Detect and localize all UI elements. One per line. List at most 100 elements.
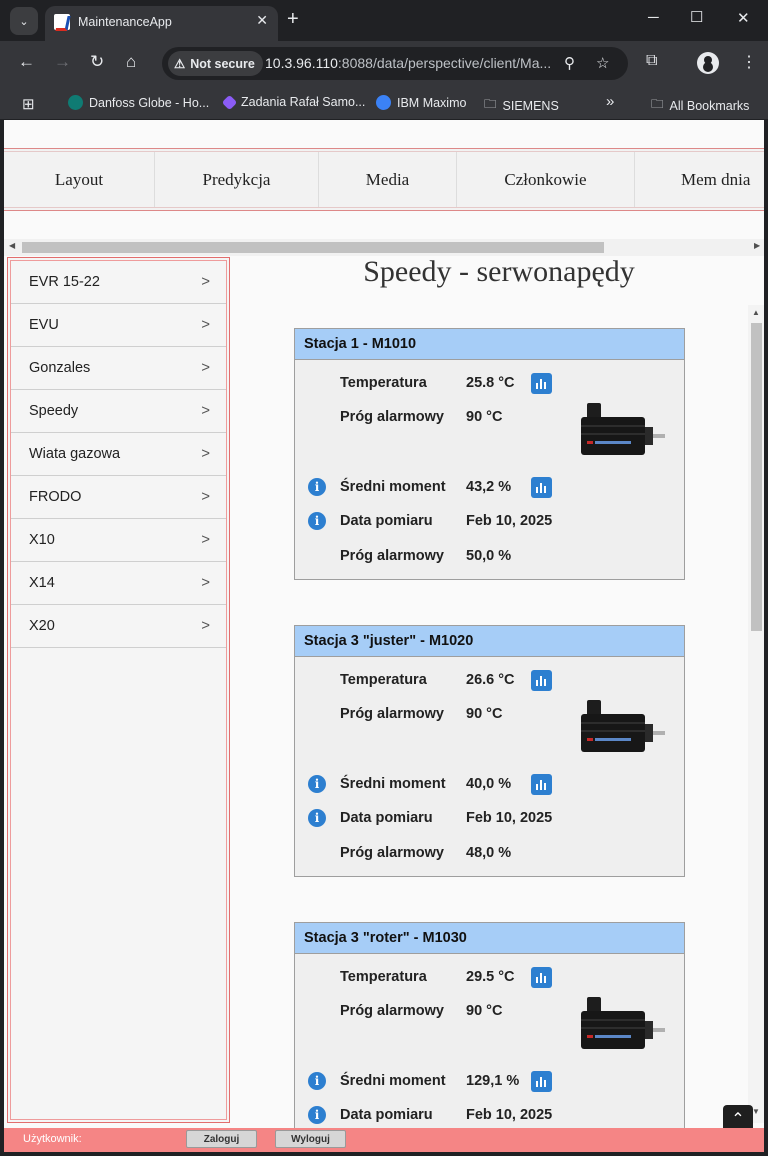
- horizontal-scrollbar[interactable]: ◀ ▶: [4, 239, 764, 256]
- scroll-left-icon[interactable]: ◀: [9, 241, 15, 250]
- scroll-right-icon[interactable]: ▶: [754, 241, 760, 250]
- bar-chart-icon[interactable]: [531, 774, 552, 795]
- warning-icon: ⚠: [174, 57, 186, 71]
- bookmark-zadania[interactable]: Zadania Rafał Samo...: [221, 94, 365, 110]
- minimize-icon[interactable]: ─: [648, 9, 659, 26]
- browser-tab[interactable]: MaintenanceApp ✕: [45, 6, 278, 41]
- security-chip[interactable]: ⚠ Not secure: [168, 51, 263, 76]
- sidebar-item-evu[interactable]: EVU >: [11, 304, 226, 347]
- home-icon[interactable]: ⌂: [126, 52, 136, 72]
- bar-chart-icon[interactable]: [531, 670, 552, 691]
- tab-search-icon[interactable]: ⌄: [10, 7, 38, 35]
- alarm-torque-row: Próg alarmowy 48,0 %: [295, 842, 684, 864]
- sidebar-item-frodo[interactable]: FRODO >: [11, 476, 226, 519]
- menu-item-media[interactable]: Media: [319, 152, 457, 207]
- bar-chart-icon[interactable]: [531, 1071, 552, 1092]
- alarm-torque-value: 48,0 %: [466, 845, 512, 861]
- chevron-right-icon: >: [201, 273, 210, 290]
- sidebar-item-label: X14: [29, 575, 55, 591]
- forward-icon[interactable]: →: [54, 52, 71, 72]
- apps-grid-icon[interactable]: ⊞: [22, 95, 35, 113]
- app-viewport: Layout Predykcja Media Członkowie Mem dn…: [4, 120, 764, 1152]
- chevron-right-icon: >: [201, 445, 210, 462]
- address-bar[interactable]: ⚠ Not secure 10.3.96.110:8088/data/persp…: [162, 47, 628, 80]
- chevron-right-icon: >: [201, 531, 210, 548]
- station-title: Stacja 3 "juster" - M1020: [295, 626, 684, 657]
- bar-chart-icon[interactable]: [531, 373, 552, 394]
- sidebar: EVR 15-22 > EVU > Gonzales > Speedy > Wiata …: [7, 257, 230, 1123]
- temperature-row: Temperatura 25.8 °C: [295, 372, 684, 394]
- torque-label: Średni moment: [340, 776, 446, 792]
- page-title: Speedy - serwonapędy: [363, 255, 635, 288]
- sidebar-item-x14[interactable]: X14 >: [11, 562, 226, 605]
- torque-value: 40,0 %: [466, 776, 512, 792]
- bookmark-siemens[interactable]: 🗀 SIEMENS: [484, 95, 559, 116]
- sidebar-item-x20[interactable]: X20 >: [11, 605, 226, 648]
- chevron-up-icon: ⌃: [731, 1111, 745, 1128]
- browser-menu-icon[interactable]: ⋮: [741, 52, 757, 72]
- sidebar-item-label: Speedy: [29, 403, 79, 419]
- sidebar-item-gonzales[interactable]: Gonzales >: [11, 347, 226, 390]
- menu-item-mem-dnia[interactable]: Mem dnia: [635, 152, 764, 207]
- sidebar-item-evr-15-22[interactable]: EVR 15-22 >: [11, 261, 226, 304]
- zoom-icon[interactable]: ⚲: [564, 54, 575, 72]
- alarm-torque-label: Próg alarmowy: [340, 845, 444, 861]
- sidebar-item-wiata-gazowa[interactable]: Wiata gazowa >: [11, 433, 226, 476]
- servo-motor-image: [581, 997, 665, 1049]
- alarm-torque-row: Próg alarmowy 50,0 %: [295, 545, 684, 567]
- station-card: Stacja 1 - M1010 Temperatura 25.8 °C Pró…: [294, 328, 685, 580]
- bar-chart-icon[interactable]: [531, 967, 552, 988]
- url-text[interactable]: 10.3.96.110:8088/data/perspective/client…: [265, 55, 551, 71]
- servo-motor-image: [581, 700, 665, 752]
- torque-row: i Średni moment 129,1 %: [295, 1070, 684, 1092]
- temperature-value: 26.6 °C: [466, 672, 515, 688]
- extensions-icon[interactable]: ⧉: [646, 52, 657, 70]
- station-card: Stacja 3 "roter" - M1030 Temperatura 29.…: [294, 922, 685, 1152]
- chevron-right-icon: >: [201, 574, 210, 591]
- info-icon[interactable]: i: [308, 1106, 326, 1124]
- scroll-up-icon[interactable]: ▲: [752, 308, 760, 317]
- alarm-temp-value: 90 °C: [466, 409, 503, 425]
- loop-icon: [221, 94, 238, 110]
- menu-item-czlonkowie[interactable]: Członkowie: [457, 152, 635, 207]
- bookmark-ibm-maximo[interactable]: IBM Maximo: [376, 95, 466, 110]
- logout-button[interactable]: Wyloguj: [275, 1130, 346, 1148]
- vertical-scrollbar[interactable]: ▲ ▼: [748, 305, 764, 1123]
- vertical-scroll-thumb[interactable]: [751, 323, 762, 631]
- all-bookmarks[interactable]: 🗀 All Bookmarks: [651, 95, 749, 116]
- info-icon[interactable]: i: [308, 1072, 326, 1090]
- temperature-row: Temperatura 29.5 °C: [295, 966, 684, 988]
- user-label: Użytkownik:: [23, 1133, 82, 1145]
- menu-item-layout[interactable]: Layout: [4, 152, 155, 207]
- info-icon[interactable]: i: [308, 512, 326, 530]
- horizontal-scroll-thumb[interactable]: [22, 242, 604, 253]
- station-title: Stacja 3 "roter" - M1030: [295, 923, 684, 954]
- window-close-icon[interactable]: ✕: [737, 9, 750, 27]
- bookmark-danfoss[interactable]: Danfoss Globe - Ho...: [68, 95, 209, 110]
- reload-icon[interactable]: ↻: [90, 52, 104, 72]
- sidebar-item-x10[interactable]: X10 >: [11, 519, 226, 562]
- login-button[interactable]: Zaloguj: [186, 1130, 257, 1148]
- maximize-icon[interactable]: ☐: [690, 8, 703, 26]
- menu-item-predykcja[interactable]: Predykcja: [155, 152, 319, 207]
- torque-value: 129,1 %: [466, 1073, 520, 1089]
- scroll-down-icon[interactable]: ▼: [752, 1107, 760, 1116]
- tab-close-icon[interactable]: ✕: [256, 12, 268, 29]
- bookmarks-overflow-icon[interactable]: »: [606, 93, 614, 110]
- sidebar-item-speedy[interactable]: Speedy >: [11, 390, 226, 433]
- torque-row: i Średni moment 43,2 %: [295, 476, 684, 498]
- date-value: Feb 10, 2025: [466, 1107, 553, 1123]
- profile-avatar-icon[interactable]: [697, 52, 719, 74]
- temperature-row: Temperatura 26.6 °C: [295, 669, 684, 691]
- browser-toolbar: ← → ↻ ⌂ ⚠ Not secure 10.3.96.110:8088/da…: [0, 41, 768, 86]
- sidebar-item-label: X10: [29, 532, 55, 548]
- info-icon[interactable]: i: [308, 809, 326, 827]
- info-icon[interactable]: i: [308, 775, 326, 793]
- sidebar-item-label: X20: [29, 618, 55, 634]
- info-icon[interactable]: i: [308, 478, 326, 496]
- sidebar-item-label: Wiata gazowa: [29, 446, 121, 462]
- new-tab-icon[interactable]: +: [287, 8, 299, 30]
- bar-chart-icon[interactable]: [531, 477, 552, 498]
- bookmark-star-icon[interactable]: ☆: [596, 54, 609, 72]
- back-icon[interactable]: ←: [18, 52, 35, 72]
